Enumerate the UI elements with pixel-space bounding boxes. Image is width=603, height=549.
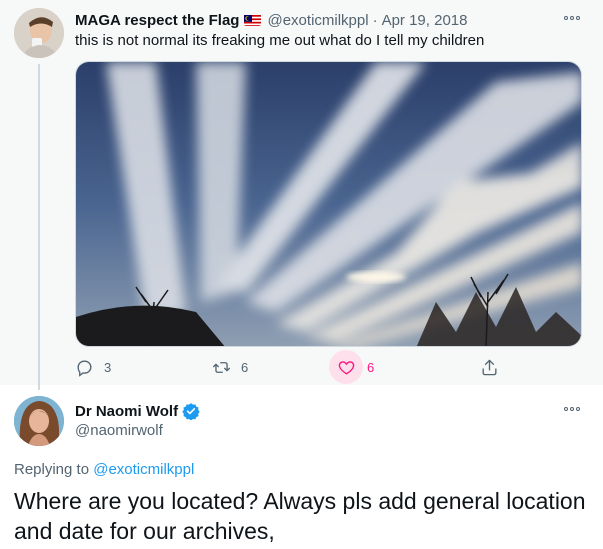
reply-author-handle[interactable]: @naomirwolf [75, 422, 163, 439]
reply-button[interactable]: 3 [75, 354, 111, 380]
like-button[interactable]: 6 [329, 350, 375, 384]
retweet-button[interactable]: 6 [212, 354, 248, 380]
replying-to-link[interactable]: @exoticmilkppl [93, 461, 194, 478]
reply-count: 3 [104, 359, 112, 375]
more-options-icon[interactable] [561, 13, 583, 23]
reply-author-name[interactable]: Dr Naomi Wolf [75, 403, 178, 420]
parent-tweet-actions: 3 6 6 [75, 350, 582, 384]
replying-to-line: Replying to @exoticmilkppl [14, 461, 194, 478]
parent-author-handle[interactable]: @exoticmilkppl [267, 12, 368, 29]
share-icon [482, 359, 497, 375]
retweet-count: 6 [241, 359, 249, 375]
header-separator: · [372, 11, 378, 29]
reply-more-options-icon[interactable] [561, 404, 583, 414]
share-button[interactable] [480, 354, 499, 380]
heart-icon [338, 360, 354, 375]
parent-tweet-text: this is not normal its freaking me out w… [75, 32, 485, 49]
parent-tweet[interactable]: MAGA respect the Flag @exoticmilkppl · A… [0, 0, 603, 390]
reply-author-avatar[interactable] [14, 396, 64, 446]
reply-icon [77, 359, 92, 377]
parent-tweet-header: MAGA respect the Flag @exoticmilkppl · A… [75, 10, 467, 30]
replying-to-prefix: Replying to [14, 461, 90, 478]
parent-tweet-date[interactable]: Apr 19, 2018 [382, 12, 468, 29]
sky-streaks-photo-icon [76, 62, 581, 346]
reply-author-name-row: Dr Naomi Wolf [75, 402, 200, 420]
like-count: 6 [367, 359, 375, 375]
tweet-photo[interactable] [75, 61, 582, 347]
like-hover-circle [329, 350, 363, 384]
parent-author-avatar[interactable] [14, 8, 64, 58]
retweet-icon [212, 361, 231, 373]
reply-tweet-text: Where are you located? Always pls add ge… [14, 488, 586, 544]
thread-connector-line [38, 64, 40, 390]
parent-author-name[interactable]: MAGA respect the Flag [75, 12, 239, 29]
verified-badge-icon [182, 403, 200, 420]
malaysia-flag-icon [244, 14, 262, 26]
